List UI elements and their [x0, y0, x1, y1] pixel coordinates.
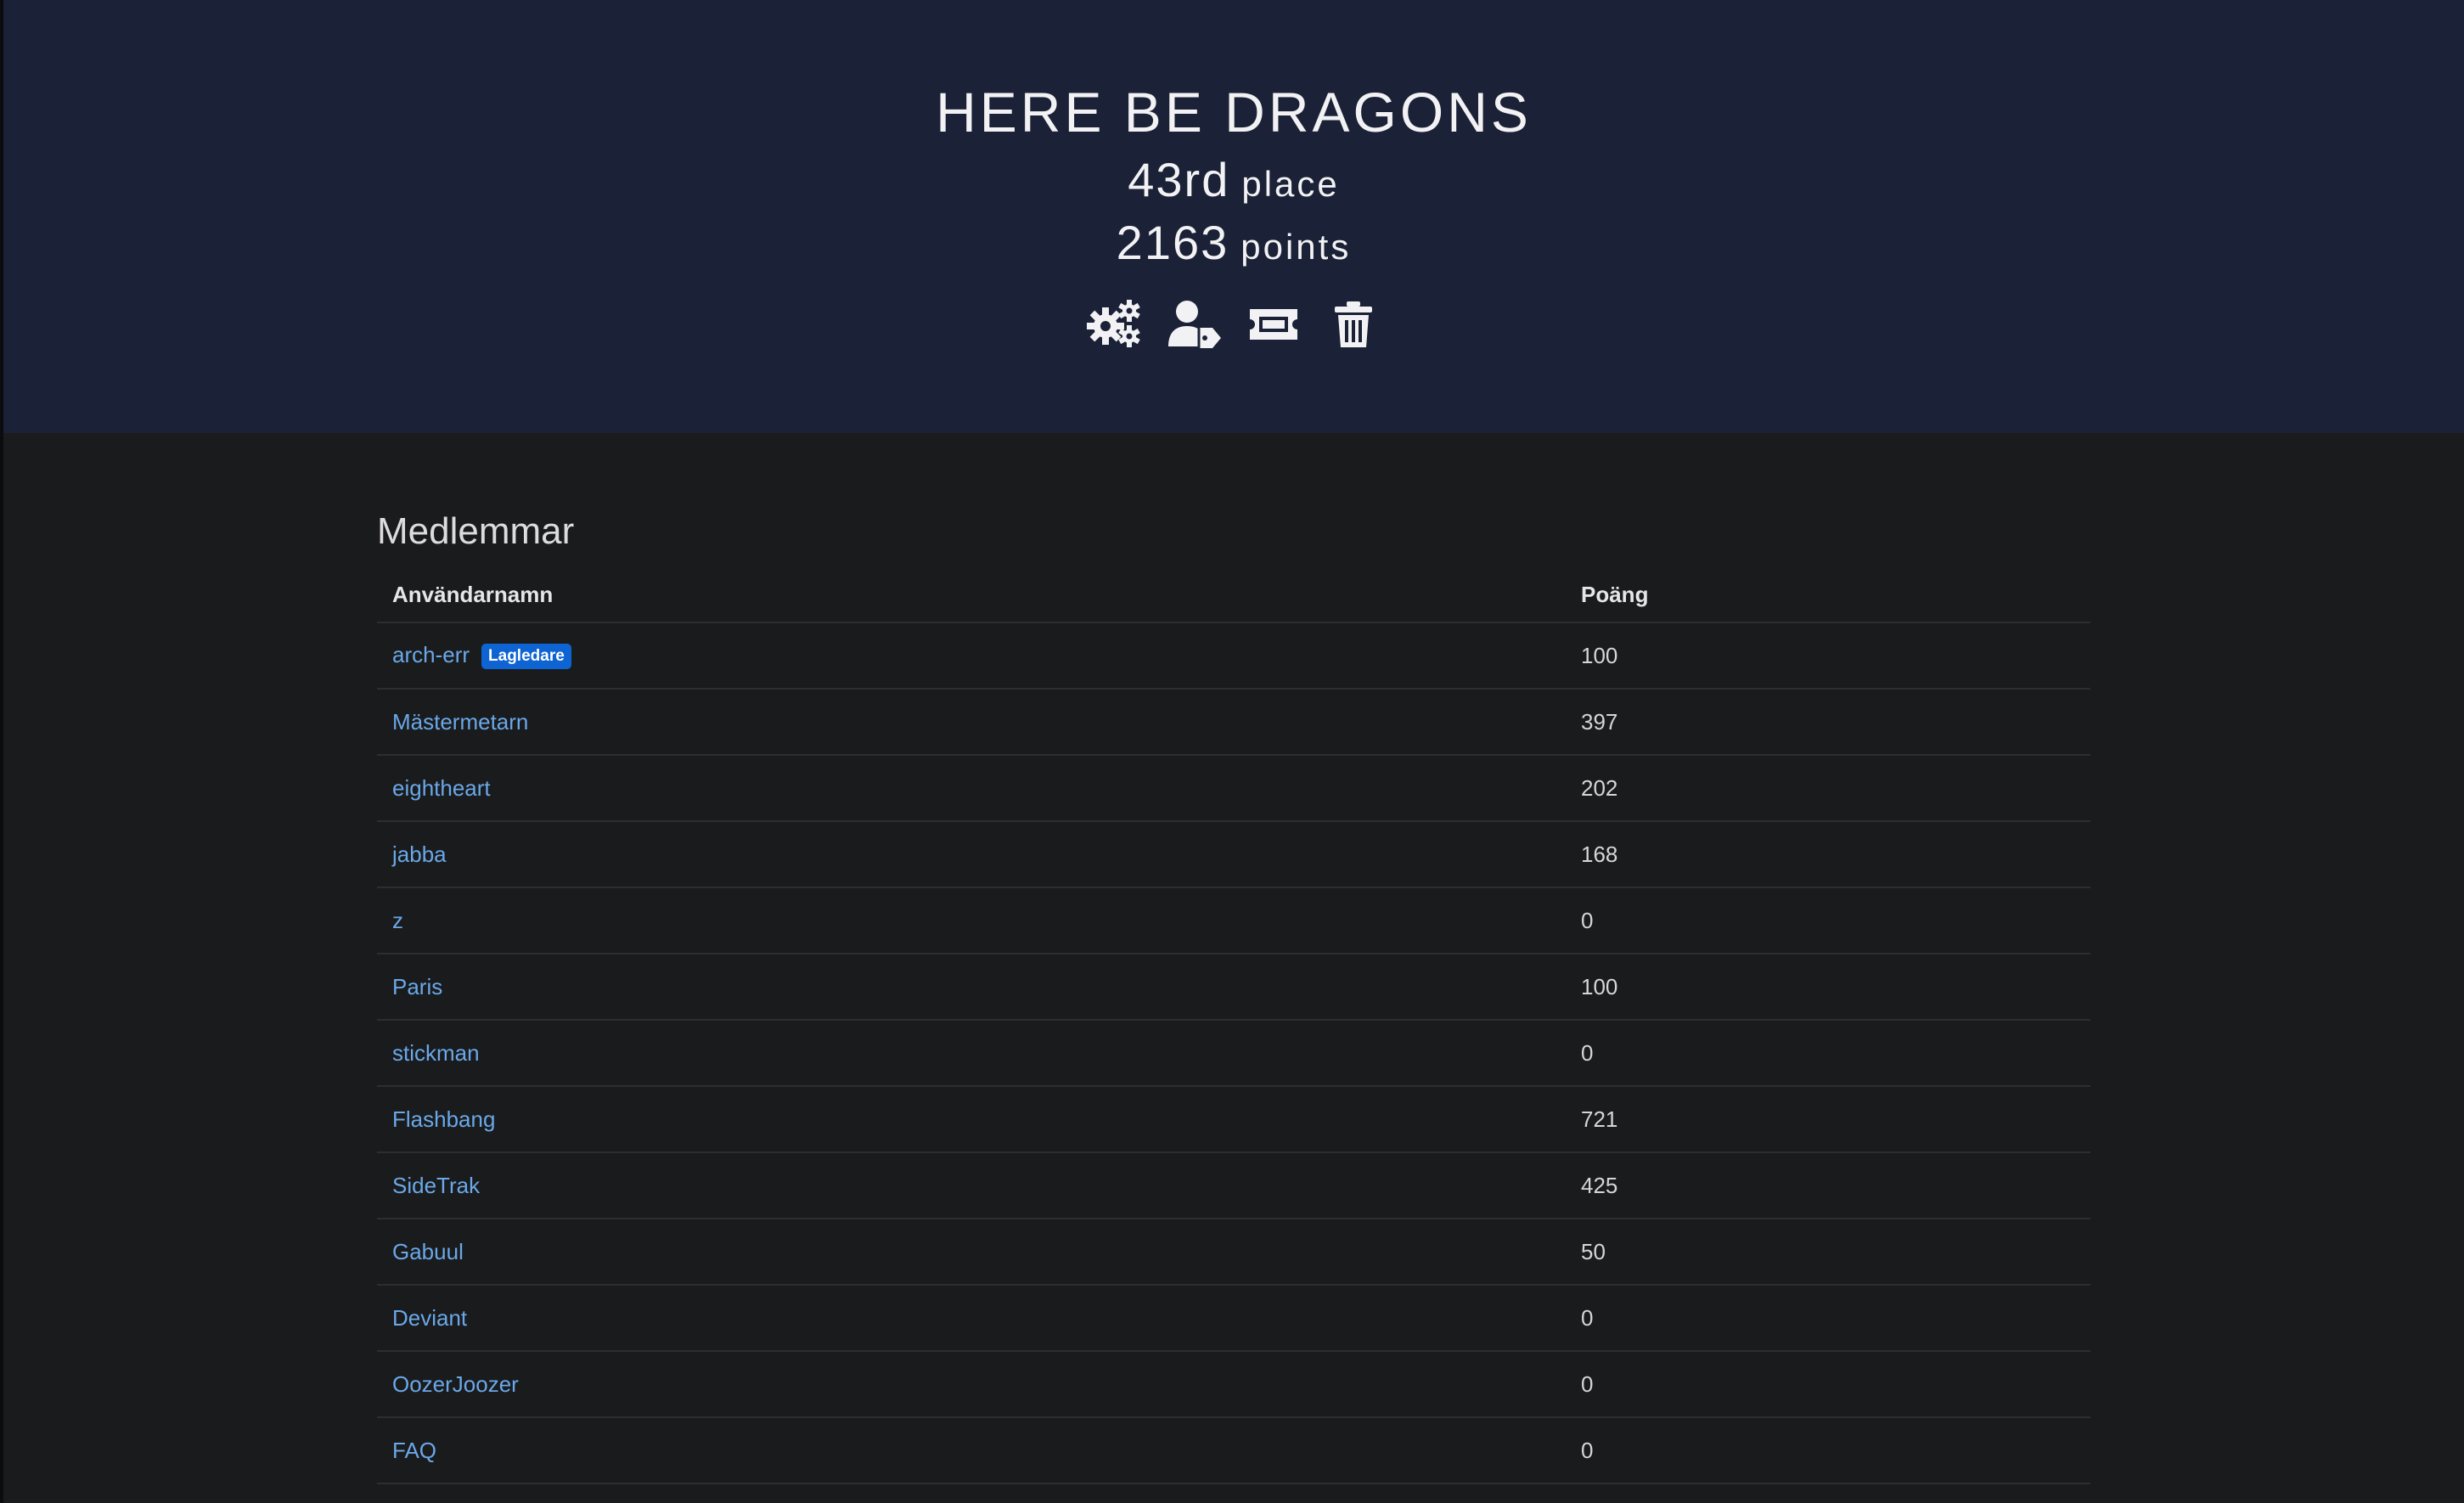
member-link[interactable]: stickman	[392, 1040, 480, 1066]
trash-icon	[1335, 301, 1372, 347]
section-title: Medlemmar	[377, 510, 575, 552]
member-link[interactable]: OozerJoozer	[392, 1371, 519, 1397]
place-unit: place	[1241, 164, 1340, 204]
member-link[interactable]: SideTrak	[392, 1173, 480, 1198]
member-link[interactable]: arch-err	[392, 642, 470, 667]
delete-team-button[interactable]	[1323, 297, 1384, 352]
member-roles-button[interactable]	[1163, 297, 1224, 352]
table-row: z 0	[377, 887, 2090, 954]
place-value: 43rd	[1128, 153, 1230, 206]
username-cell: z	[377, 887, 1566, 954]
username-cell: Mästermetarn	[377, 689, 1566, 756]
username-cell: arch-err Lagledare	[377, 622, 1566, 690]
member-link[interactable]: z	[392, 908, 403, 933]
username-cell: eightheart	[377, 755, 1566, 822]
member-link[interactable]: Deviant	[392, 1305, 467, 1331]
member-link[interactable]: Gabuul	[392, 1239, 464, 1264]
points-cell: 0	[1566, 1285, 2090, 1352]
username-cell: OozerJoozer	[377, 1351, 1566, 1418]
table-row: arch-err Lagledare 100	[377, 622, 2090, 690]
table-row: stickman 0	[377, 1020, 2090, 1087]
table-row: Mästermetarn 397	[377, 689, 2090, 756]
username-cell: SideTrak	[377, 1152, 1566, 1219]
points-cell: 50	[1566, 1219, 2090, 1286]
team-header: HERE BE DRAGONS 43rd place 2163 points	[3, 0, 2464, 433]
ticket-icon	[1250, 309, 1297, 340]
points-cell: 0	[1566, 1351, 2090, 1418]
points-cell: 0	[1566, 1417, 2090, 1484]
table-row: eightheart 202	[377, 755, 2090, 822]
username-cell: jabba	[377, 821, 1566, 888]
points-cell: 0	[1566, 887, 2090, 954]
members-table: Användarnamn Poäng arch-err Lagledare 100…	[377, 567, 2090, 1484]
table-row: Paris 100	[377, 954, 2090, 1021]
table-row: FAQ 0	[377, 1417, 2090, 1484]
user-tag-icon	[1168, 301, 1221, 348]
column-header-points: Poäng	[1566, 567, 2090, 623]
username-cell: stickman	[377, 1020, 1566, 1087]
member-link[interactable]: Mästermetarn	[392, 709, 528, 735]
points-cell: 100	[1566, 622, 2090, 690]
team-settings-button[interactable]	[1083, 297, 1145, 352]
points-cell: 397	[1566, 689, 2090, 756]
points-cell: 100	[1566, 954, 2090, 1021]
points-cell: 425	[1566, 1152, 2090, 1219]
team-actions	[3, 297, 2464, 352]
table-row: Deviant 0	[377, 1285, 2090, 1352]
points-cell: 202	[1566, 755, 2090, 822]
team-leader-badge: Lagledare	[481, 644, 571, 669]
points-cell: 721	[1566, 1086, 2090, 1153]
table-row: OozerJoozer 0	[377, 1351, 2090, 1418]
username-cell: Flashbang	[377, 1086, 1566, 1153]
username-cell: FAQ	[377, 1417, 1566, 1484]
member-link[interactable]: FAQ	[392, 1438, 436, 1463]
points-cell: 168	[1566, 821, 2090, 888]
team-name: HERE BE DRAGONS	[936, 81, 1532, 144]
member-link[interactable]: Paris	[392, 974, 442, 999]
member-link[interactable]: jabba	[392, 842, 447, 867]
member-link[interactable]: eightheart	[392, 775, 491, 801]
gears-icon	[1087, 300, 1140, 347]
table-header-row: Användarnamn Poäng	[377, 567, 2090, 623]
team-points: 2163 points	[3, 217, 2464, 281]
table-row: jabba 168	[377, 821, 2090, 888]
invite-ticket-button[interactable]	[1243, 297, 1304, 352]
username-cell: Deviant	[377, 1285, 1566, 1352]
team-place: 43rd place	[3, 155, 2464, 218]
username-cell: Paris	[377, 954, 1566, 1021]
points-cell: 0	[1566, 1020, 2090, 1087]
table-row: SideTrak 425	[377, 1152, 2090, 1219]
points-unit: points	[1240, 227, 1352, 267]
column-header-username: Användarnamn	[377, 567, 1566, 623]
points-value: 2163	[1116, 216, 1229, 269]
table-row: Gabuul 50	[377, 1219, 2090, 1286]
username-cell: Gabuul	[377, 1219, 1566, 1286]
table-row: Flashbang 721	[377, 1086, 2090, 1153]
member-link[interactable]: Flashbang	[392, 1106, 495, 1132]
